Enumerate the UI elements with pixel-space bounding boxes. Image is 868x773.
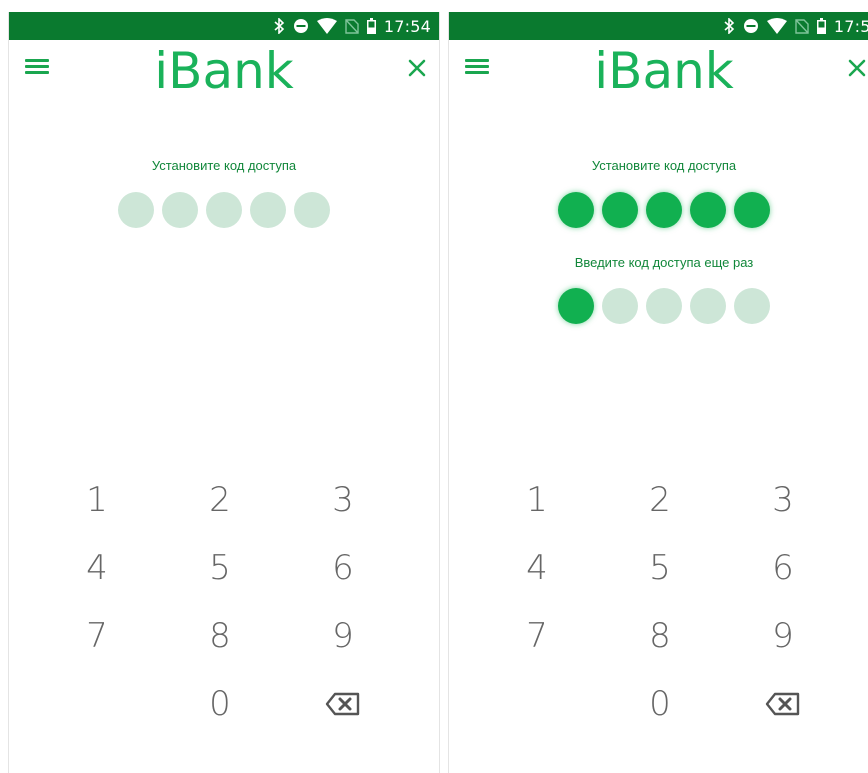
no-sim-icon <box>795 19 809 34</box>
pin-dot-empty <box>294 192 330 228</box>
status-bar: 17:54 <box>9 12 439 40</box>
do-not-disturb-icon <box>743 19 758 33</box>
logo: iBank <box>594 42 734 100</box>
backspace-icon[interactable] <box>722 670 845 738</box>
pin-dot-filled <box>646 192 682 228</box>
keypad-key-0[interactable]: 0 <box>159 670 282 738</box>
phone-screen-confirm-code: 17:54 iBank Установите код доступа Введи… <box>448 12 868 773</box>
logo: iBank <box>154 42 294 100</box>
keypad-key-3[interactable]: 3 <box>282 466 405 534</box>
phone-screen-set-code: 17:54 iBank Установите код доступа 123 45… <box>8 12 440 773</box>
keypad-key-1[interactable]: 1 <box>476 466 599 534</box>
pin-dot-empty <box>118 192 154 228</box>
pin-dot-filled <box>734 192 770 228</box>
app-bar: iBank <box>9 40 439 110</box>
keypad-empty-cell <box>476 670 599 738</box>
wifi-icon <box>316 18 337 34</box>
app-bar: iBank <box>449 40 868 110</box>
pin-dot-empty <box>250 192 286 228</box>
keypad-empty-cell <box>36 670 159 738</box>
close-icon[interactable] <box>843 54 868 82</box>
pin-dots-set <box>9 192 439 228</box>
keypad: 123 456 7890 <box>449 466 868 738</box>
status-bar: 17:54 <box>449 12 868 40</box>
bluetooth-icon <box>724 18 735 34</box>
prompt-set-code: Установите код доступа <box>151 158 297 173</box>
keypad-key-2[interactable]: 2 <box>599 466 722 534</box>
do-not-disturb-icon <box>293 19 308 33</box>
pin-dots-set <box>449 192 868 228</box>
pin-dot-empty <box>690 288 726 324</box>
keypad-key-3[interactable]: 3 <box>722 466 845 534</box>
keypad-key-1[interactable]: 1 <box>36 466 159 534</box>
pin-dot-filled <box>690 192 726 228</box>
keypad-key-4[interactable]: 4 <box>476 534 599 602</box>
prompt-set-code: Установите код доступа <box>591 158 737 173</box>
pin-dot-empty <box>734 288 770 324</box>
pin-dot-filled <box>602 192 638 228</box>
keypad-key-2[interactable]: 2 <box>159 466 282 534</box>
keypad-key-6[interactable]: 6 <box>722 534 845 602</box>
keypad-key-5[interactable]: 5 <box>599 534 722 602</box>
keypad-key-7[interactable]: 7 <box>476 602 599 670</box>
bluetooth-icon <box>274 18 285 34</box>
battery-icon <box>816 18 826 34</box>
keypad-key-5[interactable]: 5 <box>159 534 282 602</box>
pin-dot-empty <box>206 192 242 228</box>
pin-dots-confirm <box>449 288 868 324</box>
keypad-key-4[interactable]: 4 <box>36 534 159 602</box>
prompt-confirm-code: Введите код доступа еще раз <box>574 255 754 270</box>
keypad-key-9[interactable]: 9 <box>282 602 405 670</box>
keypad-key-7[interactable]: 7 <box>36 602 159 670</box>
keypad-key-8[interactable]: 8 <box>599 602 722 670</box>
keypad: 123 456 7890 <box>9 466 435 738</box>
close-icon[interactable] <box>403 54 431 82</box>
pin-dot-empty <box>646 288 682 324</box>
status-time: 17:54 <box>833 16 868 36</box>
pin-dot-empty <box>602 288 638 324</box>
keypad-key-0[interactable]: 0 <box>599 670 722 738</box>
no-sim-icon <box>345 19 359 34</box>
wifi-icon <box>766 18 787 34</box>
pin-dot-filled <box>558 288 594 324</box>
keypad-key-6[interactable]: 6 <box>282 534 405 602</box>
keypad-key-9[interactable]: 9 <box>722 602 845 670</box>
backspace-icon[interactable] <box>282 670 405 738</box>
status-time: 17:54 <box>383 16 431 36</box>
battery-icon <box>366 18 376 34</box>
pin-dot-filled <box>558 192 594 228</box>
pin-dot-empty <box>162 192 198 228</box>
keypad-key-8[interactable]: 8 <box>159 602 282 670</box>
